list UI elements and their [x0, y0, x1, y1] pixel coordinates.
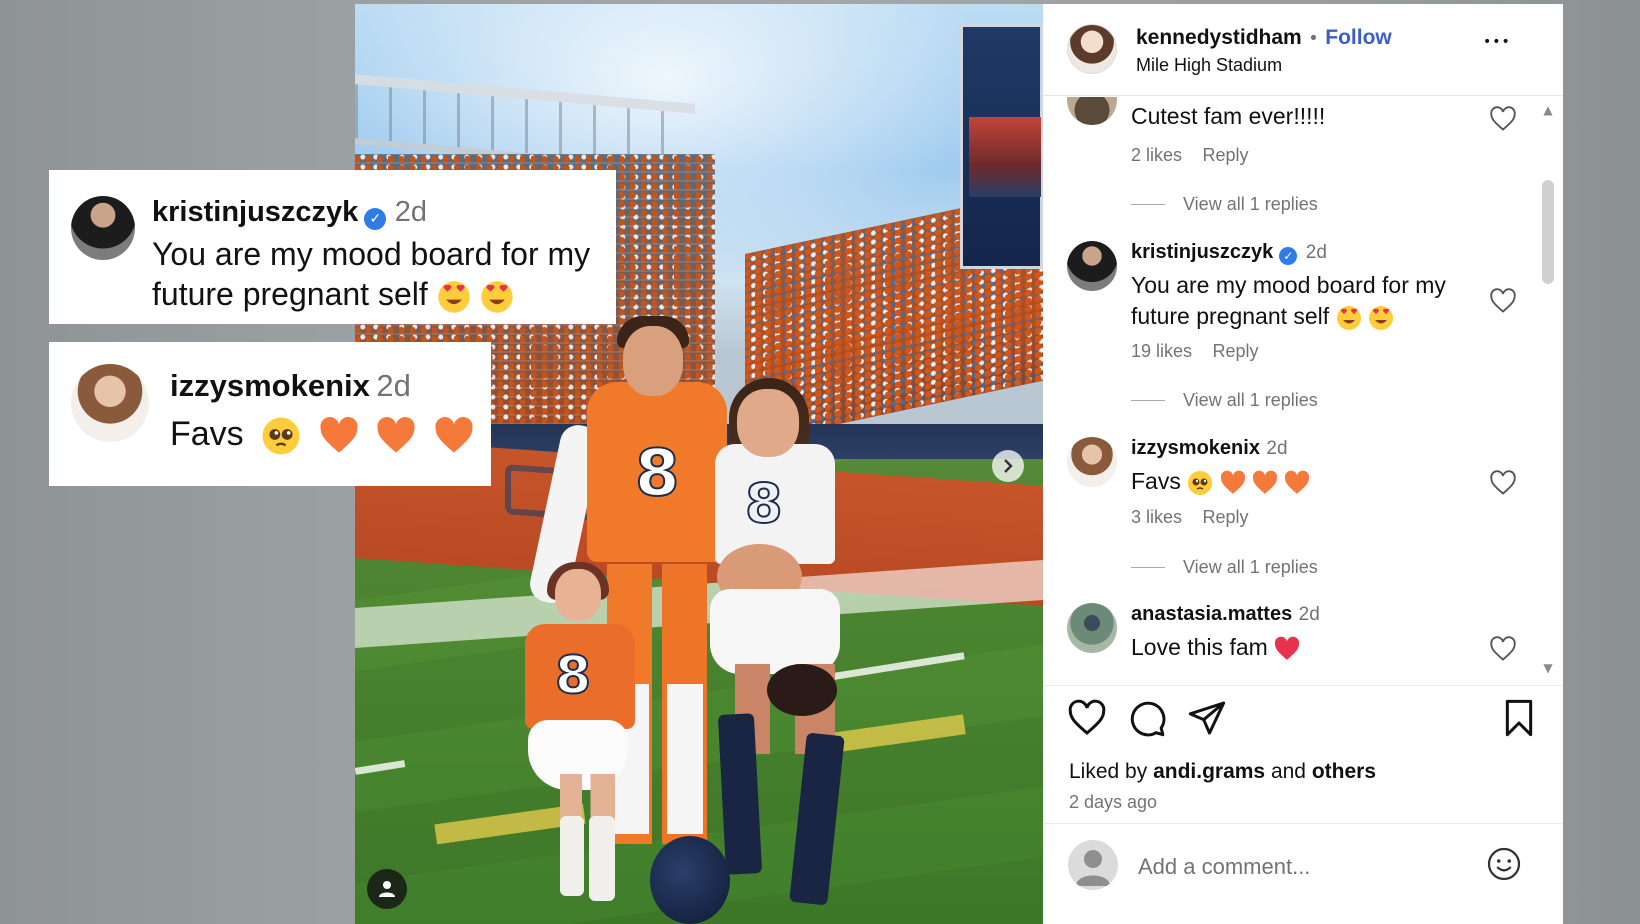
dad-face — [623, 326, 683, 396]
comments-list[interactable]: Cutest fam ever!!!!! 2 likes Reply View … — [1043, 97, 1563, 685]
scrollbar-thumb[interactable] — [1542, 180, 1554, 284]
pleading-face-emoji-icon — [262, 417, 300, 455]
commenter-avatar — [71, 364, 149, 442]
like-heart-icon[interactable] — [1067, 698, 1107, 738]
add-comment-input[interactable] — [1138, 850, 1438, 884]
mom-skirt — [710, 589, 840, 674]
orange-heart-icon — [1220, 470, 1245, 494]
post-header: kennedystidham • Follow Mile High Stadiu… — [1043, 4, 1563, 96]
liked-by-user-link[interactable]: andi.grams — [1153, 760, 1265, 783]
author-username[interactable]: kennedystidham — [1136, 26, 1302, 49]
emoji-picker-icon[interactable] — [1486, 846, 1522, 882]
comment-text: You are my mood board for my future preg… — [1131, 272, 1446, 330]
verified-badge-icon: ✓ — [1279, 247, 1298, 265]
commenter-avatar[interactable] — [1067, 603, 1117, 653]
red-heart-icon — [1275, 636, 1300, 660]
comment-text: future pregnant self — [152, 274, 514, 314]
comment-likes[interactable]: 19 likes — [1131, 341, 1192, 361]
comment-time: 2d — [1266, 438, 1288, 459]
comment-likes[interactable]: 3 likes — [1131, 507, 1182, 527]
comment-text: You are my mood board for my — [152, 236, 591, 272]
view-replies-button[interactable]: View all 1 replies — [1131, 557, 1318, 578]
commenter-avatar[interactable] — [1067, 437, 1117, 487]
jersey-number: 8 — [634, 436, 681, 512]
girl-legs — [560, 774, 615, 822]
comment-time: 2d — [1298, 604, 1320, 625]
jersey-number: 8 — [554, 645, 592, 707]
scroll-down-arrow-icon[interactable]: ▼ — [1542, 662, 1554, 674]
pleading-face-emoji-icon — [1188, 470, 1213, 495]
orange-heart-icon — [320, 417, 358, 453]
separator-dot: • — [1310, 28, 1317, 49]
post-timestamp: 2 days ago — [1069, 792, 1158, 812]
heart-eyes-emoji-icon — [437, 280, 470, 313]
comment-time: 2d — [1305, 242, 1327, 263]
heart-eyes-emoji-icon — [1336, 305, 1361, 330]
tagged-users-button[interactable] — [367, 869, 407, 909]
reply-button[interactable]: Reply — [1202, 507, 1248, 527]
comment-text: Favs — [1131, 466, 1310, 497]
commenter-avatar[interactable] — [1067, 241, 1117, 291]
mom-face — [737, 389, 799, 457]
commenter-username: izzysmokenix — [170, 368, 370, 403]
overlay-comment-card: izzysmokenix 2d Favs — [49, 342, 491, 486]
comment-like-icon[interactable] — [1489, 287, 1517, 315]
commenter-username[interactable]: anastasia.mattes — [1131, 603, 1292, 625]
next-photo-button[interactable] — [992, 450, 1024, 482]
heart-eyes-emoji-icon — [480, 280, 513, 313]
comment-text: Love this fam — [1131, 632, 1300, 663]
football-purse — [767, 664, 837, 716]
share-paper-plane-icon[interactable] — [1187, 698, 1227, 738]
girl-boot — [589, 816, 615, 901]
helmet — [650, 836, 730, 924]
comment-like-icon[interactable] — [1489, 105, 1517, 133]
scoreboard — [960, 24, 1043, 269]
commenter-avatar[interactable] — [1067, 97, 1117, 125]
add-comment-bar — [1043, 823, 1563, 924]
comment-bubble-icon[interactable] — [1127, 698, 1167, 738]
reply-button[interactable]: Reply — [1202, 145, 1248, 165]
bookmark-icon[interactable] — [1499, 698, 1539, 738]
comment-text: Favs — [170, 414, 474, 456]
chevron-right-icon — [1004, 459, 1013, 473]
comment-like-icon[interactable] — [1489, 469, 1517, 497]
girl-boot — [560, 816, 584, 896]
dad-jersey: 8 — [587, 382, 727, 562]
current-user-avatar — [1068, 840, 1118, 890]
jersey-number: 8 — [744, 471, 784, 536]
post-side-panel: kennedystidham • Follow Mile High Stadiu… — [1043, 4, 1563, 924]
post-location[interactable]: Mile High Stadium — [1136, 55, 1282, 76]
girl-jersey: 8 — [525, 624, 635, 729]
girl-face — [555, 569, 601, 621]
default-avatar-icon — [1076, 850, 1110, 886]
scroll-up-arrow-icon[interactable]: ▲ — [1542, 104, 1554, 116]
liked-by-line: Liked by andi.grams and others — [1069, 760, 1377, 783]
comment-likes[interactable]: 2 likes — [1131, 145, 1182, 165]
comment-time: 2d — [394, 196, 428, 228]
view-replies-button[interactable]: View all 1 replies — [1131, 194, 1318, 215]
overlay-comment-card: kristinjuszczyk ✓ 2d You are my mood boar… — [49, 170, 616, 324]
liked-by-others-link[interactable]: others — [1312, 760, 1376, 783]
commenter-username[interactable]: izzysmokenix — [1131, 437, 1260, 459]
commenter-username: kristinjuszczyk — [152, 196, 359, 228]
follow-button[interactable]: Follow — [1325, 26, 1392, 49]
orange-heart-icon — [377, 417, 415, 453]
user-tag-icon — [379, 881, 395, 897]
reply-button[interactable]: Reply — [1212, 341, 1258, 361]
post-actions: Liked by andi.grams and others 2 days ag… — [1043, 685, 1563, 823]
view-replies-button[interactable]: View all 1 replies — [1131, 390, 1318, 411]
comment-like-icon[interactable] — [1489, 635, 1517, 663]
comment-time: 2d — [376, 368, 411, 403]
more-options-icon[interactable]: ••• — [1483, 34, 1511, 50]
orange-heart-icon — [1285, 470, 1310, 494]
orange-heart-icon — [1252, 470, 1278, 494]
heart-eyes-emoji-icon — [1368, 305, 1393, 330]
author-avatar[interactable] — [1067, 24, 1117, 74]
orange-heart-icon — [434, 417, 473, 453]
verified-badge-icon: ✓ — [364, 208, 387, 230]
comment-text: Cutest fam ever!!!!! — [1131, 103, 1326, 129]
commenter-avatar — [71, 196, 135, 260]
commenter-username[interactable]: kristinjuszczyk — [1131, 241, 1273, 263]
